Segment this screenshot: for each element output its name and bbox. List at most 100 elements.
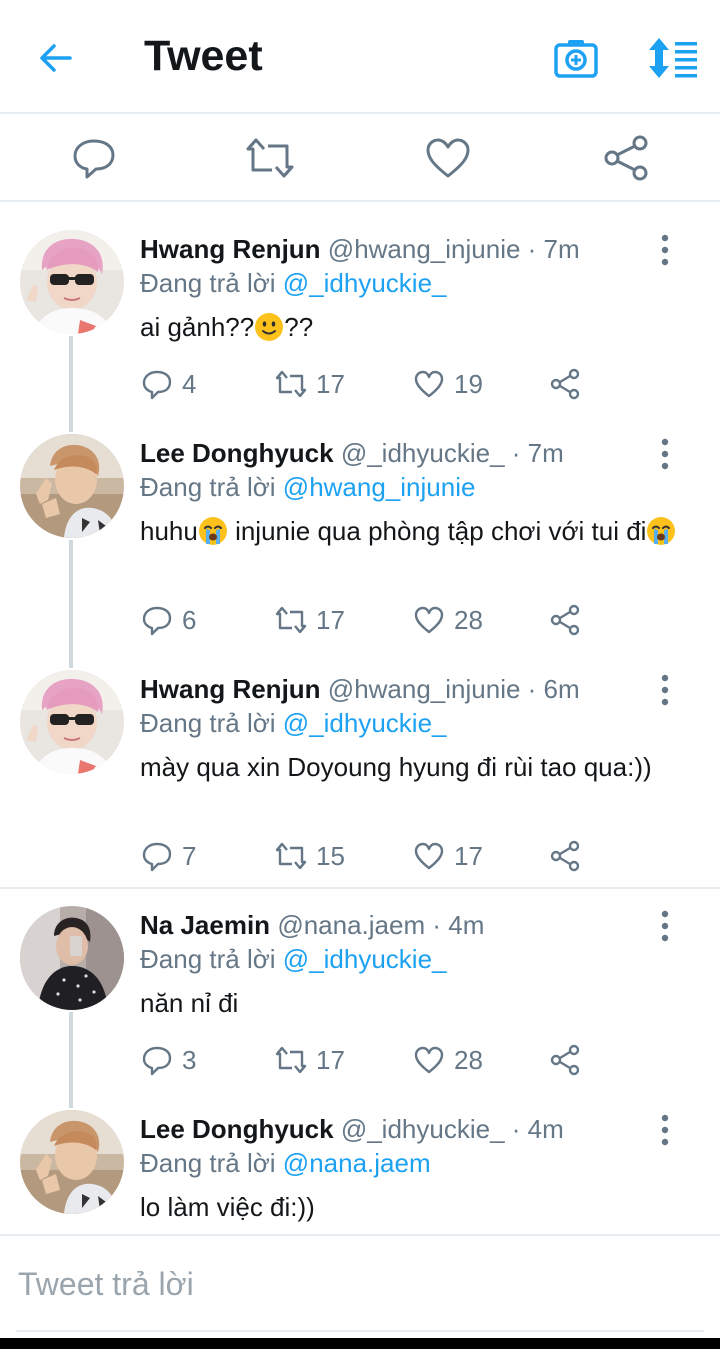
reply-mention[interactable]: @_idhyuckie_ [283, 708, 447, 738]
tweet-text: năn nỉ đi [140, 988, 239, 1018]
reply-mention[interactable]: @_idhyuckie_ [283, 944, 447, 974]
thread-divider [0, 887, 720, 889]
reply-button[interactable]: 3 [140, 1040, 196, 1080]
main-reply-button[interactable] [68, 132, 120, 184]
replying-to: Đang trả lời @_idhyuckie_ [140, 708, 447, 739]
reply-icon [140, 1043, 174, 1077]
thread-line [69, 1012, 73, 1108]
tweet-actions: 4 17 19 [140, 364, 600, 404]
share-button[interactable] [548, 364, 582, 404]
reply-mention[interactable]: @nana.jaem [283, 1148, 431, 1178]
like-button[interactable]: 17 [412, 836, 483, 876]
reply-input[interactable] [18, 1262, 698, 1306]
share-icon [548, 839, 582, 873]
share-icon [548, 367, 582, 401]
composer-underline [16, 1330, 704, 1332]
back-button[interactable] [34, 36, 78, 80]
reply-icon [140, 839, 174, 873]
thread-line [69, 336, 73, 432]
sort-button[interactable] [644, 36, 700, 80]
reply-mention[interactable]: @hwang_injunie [283, 472, 476, 502]
author-name[interactable]: Hwang Renjun [140, 234, 321, 264]
retweet-icon [274, 839, 308, 873]
author-name[interactable]: Hwang Renjun [140, 674, 321, 704]
retweet-button[interactable]: 17 [274, 1040, 345, 1080]
author-handle: @hwang_injunie [327, 234, 521, 264]
retweet-icon [274, 367, 308, 401]
tweet-text: lo làm việc đi:)) [140, 1192, 315, 1222]
avatar[interactable] [20, 230, 124, 334]
author-handle: @hwang_injunie [327, 674, 521, 704]
like-count: 17 [454, 840, 483, 871]
tweet-header: Hwang Renjun @hwang_injunie · 7m [140, 234, 580, 265]
arrow-left-icon [40, 44, 72, 72]
share-button[interactable] [548, 1040, 582, 1080]
more-button[interactable] [652, 232, 678, 268]
more-button[interactable] [652, 436, 678, 472]
tweet-header: Hwang Renjun @hwang_injunie · 6m [140, 674, 580, 705]
tweet-text: mày qua xin Doyoung hyung đi rùi tao qua… [140, 752, 652, 782]
retweet-button[interactable]: 17 [274, 600, 345, 640]
heart-icon [412, 367, 446, 401]
tweet-time: · 4m [432, 910, 485, 940]
retweet-icon [246, 138, 294, 178]
tweet-text: huhu injunie qua phòng tập chơi với tui … [140, 514, 680, 548]
more-vertical-icon [652, 908, 678, 944]
reply-button[interactable]: 4 [140, 364, 196, 404]
reply-mention[interactable]: @_idhyuckie_ [283, 268, 447, 298]
thread-line [69, 540, 73, 668]
reply-button[interactable]: 6 [140, 600, 196, 640]
like-button[interactable]: 28 [412, 600, 483, 640]
reply-button[interactable]: 7 [140, 836, 196, 876]
tweet-text-part: huhu [140, 516, 198, 546]
replying-to: Đang trả lời @_idhyuckie_ [140, 268, 447, 299]
reply-count: 6 [182, 604, 197, 635]
like-button[interactable]: 28 [412, 1040, 483, 1080]
avatar[interactable] [20, 670, 124, 774]
avatar[interactable] [20, 906, 124, 1010]
more-button[interactable] [652, 1112, 678, 1148]
tweet-text-part: injunie qua phòng tập chơi với tui đi [227, 516, 647, 546]
more-button[interactable] [652, 908, 678, 944]
heart-icon [412, 839, 446, 873]
tweet-time: · 7m [511, 438, 564, 468]
loudly-crying-face-icon [198, 516, 228, 546]
replying-to: Đang trả lời @_idhyuckie_ [140, 944, 447, 975]
more-button[interactable] [652, 672, 678, 708]
share-icon [604, 135, 648, 181]
replying-label: Đang trả lời [140, 944, 276, 974]
system-nav-bar [0, 1338, 720, 1349]
replying-label: Đang trả lời [140, 1148, 276, 1178]
replying-label: Đang trả lời [140, 268, 276, 298]
avatar[interactable] [20, 1110, 124, 1214]
reply-count: 4 [182, 368, 197, 399]
replying-label: Đang trả lời [140, 472, 276, 502]
slightly-smiling-face-icon [254, 312, 284, 342]
main-share-button[interactable] [600, 132, 652, 184]
tweet-header: Lee Donghyuck @_idhyuckie_ · 7m [140, 438, 564, 469]
avatar[interactable] [20, 434, 124, 538]
author-name[interactable]: Lee Donghyuck [140, 1114, 334, 1144]
like-count: 28 [454, 604, 483, 635]
camera-button[interactable] [552, 36, 600, 80]
main-retweet-button[interactable] [244, 132, 296, 184]
main-like-button[interactable] [422, 132, 474, 184]
like-button[interactable]: 19 [412, 364, 483, 404]
tweet-time: · 7m [527, 234, 580, 264]
replying-to: Đang trả lời @hwang_injunie [140, 472, 475, 503]
author-name[interactable]: Lee Donghyuck [140, 438, 334, 468]
share-button[interactable] [548, 600, 582, 640]
author-name[interactable]: Na Jaemin [140, 910, 270, 940]
retweet-button[interactable]: 15 [274, 836, 345, 876]
reply-count: 3 [182, 1044, 197, 1075]
tweet-text-part: ?? [284, 312, 314, 342]
retweet-button[interactable]: 17 [274, 364, 345, 404]
retweet-icon [274, 1043, 308, 1077]
tweet-actions: 7 15 17 [140, 836, 600, 876]
main-tweet-actions [0, 114, 720, 202]
more-vertical-icon [652, 436, 678, 472]
tweet-header: Na Jaemin @nana.jaem · 4m [140, 910, 484, 941]
tweet-actions: 6 17 28 [140, 600, 600, 640]
retweet-count: 17 [316, 604, 345, 635]
share-button[interactable] [548, 836, 582, 876]
